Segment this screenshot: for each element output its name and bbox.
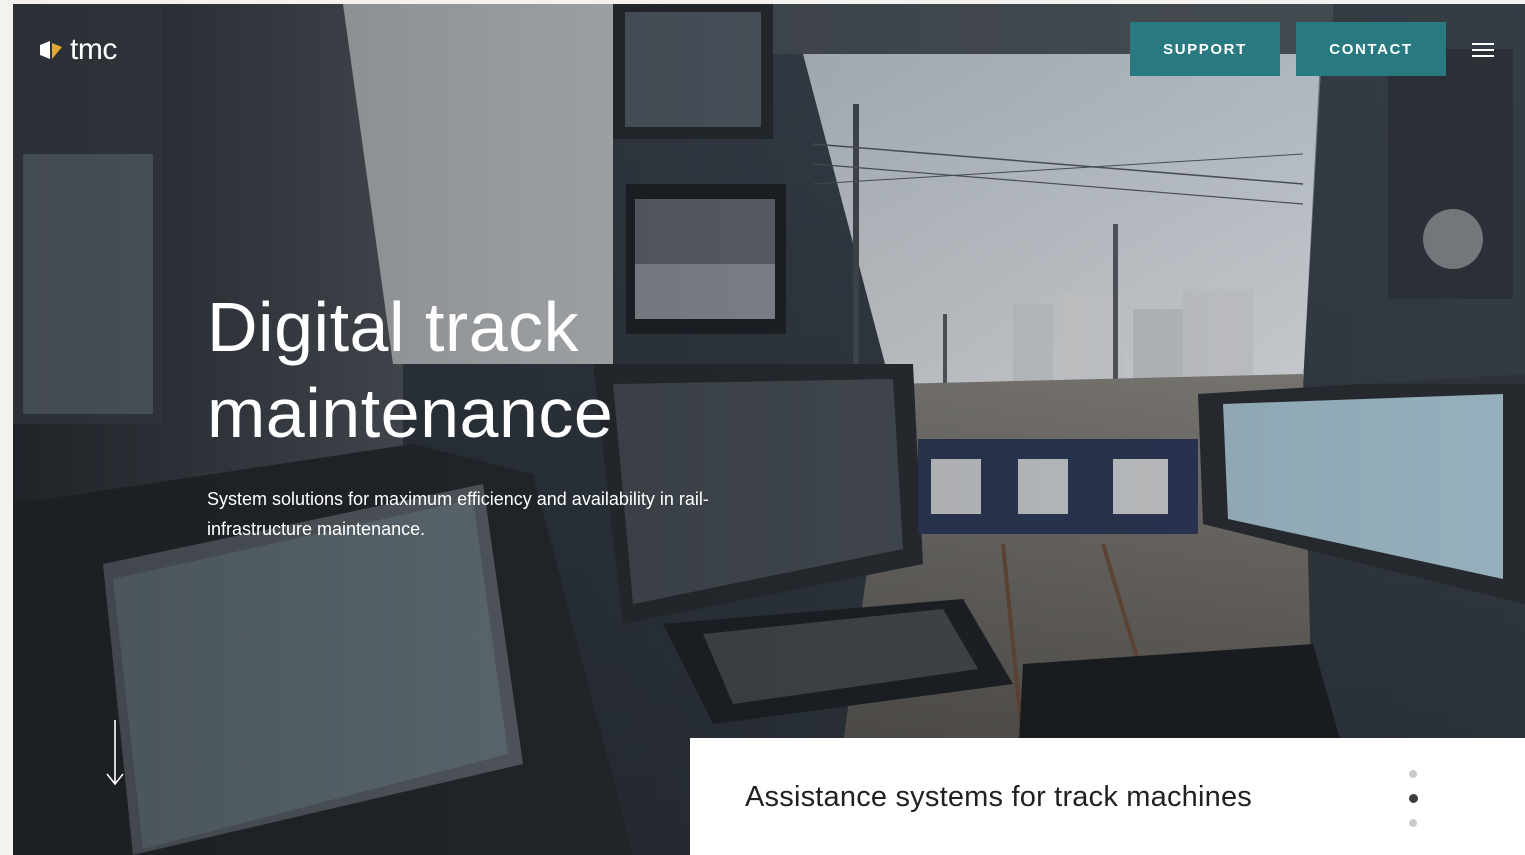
hero-title: Digital track maintenance xyxy=(207,284,827,456)
brand-logo[interactable]: tmc xyxy=(38,34,117,66)
slider-dot-3[interactable] xyxy=(1409,819,1417,827)
slider-dot-2[interactable] xyxy=(1408,794,1418,803)
hamburger-menu-icon[interactable] xyxy=(1470,40,1496,60)
slider-title: Assistance systems for track machines xyxy=(745,781,1252,813)
arrow-down-icon[interactable] xyxy=(104,718,126,788)
tmc-logo-mark-icon xyxy=(40,41,62,59)
menu-line xyxy=(1472,43,1494,45)
hero-title-line-2: maintenance xyxy=(207,374,614,452)
hero-title-line-1: Digital track xyxy=(207,288,580,366)
menu-line xyxy=(1472,49,1494,51)
slider-pagination xyxy=(1406,768,1420,830)
contact-button[interactable]: CONTACT xyxy=(1296,22,1446,76)
page: tmc SUPPORT CONTACT Digital track mainte… xyxy=(0,0,1525,855)
hero-subtitle: System solutions for maximum efficiency … xyxy=(207,489,709,539)
support-button[interactable]: SUPPORT xyxy=(1130,22,1280,76)
slider-dot-1[interactable] xyxy=(1409,770,1417,778)
slider-card[interactable]: Assistance systems for track machines xyxy=(690,738,1525,855)
menu-line xyxy=(1472,55,1494,57)
logo-text: tmc xyxy=(70,33,117,66)
